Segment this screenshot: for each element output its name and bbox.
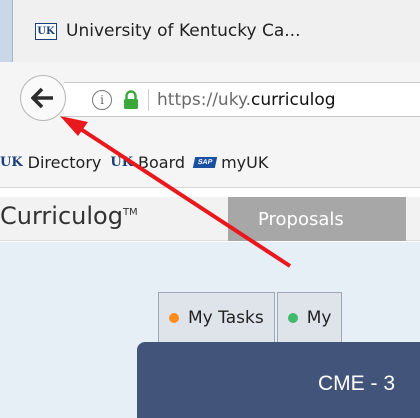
curriculog-logo[interactable]: CurriculogTM <box>0 202 138 230</box>
trademark-mark: TM <box>122 207 138 218</box>
tab-label: My <box>306 307 332 328</box>
bookmark-label: Board <box>138 153 186 172</box>
url-prefix: https://uky. <box>157 89 251 110</box>
brand-name: Curriculog <box>0 202 123 230</box>
tab-label: My Tasks <box>188 307 264 328</box>
orange-dot-icon <box>169 312 179 323</box>
bookmark-board[interactable]: UK Board <box>110 153 185 172</box>
url-separator <box>148 88 149 111</box>
back-button[interactable] <box>20 75 66 121</box>
url-domain: curriculog <box>251 89 336 110</box>
tab-title: University of Kentucky Ca... <box>66 21 301 41</box>
bookmark-label: myUK <box>221 153 269 172</box>
bookmark-myuk[interactable]: SAP myUK <box>192 153 269 172</box>
menu-proposals[interactable]: Proposals <box>228 197 406 241</box>
task-tabs: My Tasks My <box>158 292 344 342</box>
address-bar[interactable]: i https://uky.curriculog <box>64 82 420 117</box>
app-header: CurriculogTM Proposals <box>0 197 420 241</box>
uk-bookmark-icon: UK <box>110 155 134 170</box>
uk-bookmark-icon: UK <box>0 155 23 170</box>
uk-favicon-icon: UK <box>35 22 57 40</box>
url-text[interactable]: https://uky.curriculog <box>157 90 336 110</box>
info-icon[interactable]: i <box>92 89 112 110</box>
green-dot-icon <box>287 312 298 323</box>
bookmark-label: Directory <box>27 153 102 172</box>
back-arrow-icon <box>31 87 53 109</box>
bookmarks-bar: UK Directory UK Board SAP myUK <box>0 138 420 188</box>
tab-my-tasks[interactable]: My Tasks <box>158 292 275 342</box>
sap-bookmark-icon: SAP <box>192 157 218 168</box>
tab-my[interactable]: My <box>276 292 343 342</box>
navigation-bar: i https://uky.curriculog <box>0 62 420 138</box>
panel-title: CME - 3 <box>318 372 396 395</box>
tab-strip: UK University of Kentucky Ca... <box>0 0 420 62</box>
lock-icon[interactable] <box>123 89 139 110</box>
browser-tab[interactable]: UK University of Kentucky Ca... <box>12 0 420 62</box>
bookmark-directory[interactable]: UK Directory <box>0 153 101 172</box>
main-content: My Tasks My CME - 3 <box>0 242 420 418</box>
